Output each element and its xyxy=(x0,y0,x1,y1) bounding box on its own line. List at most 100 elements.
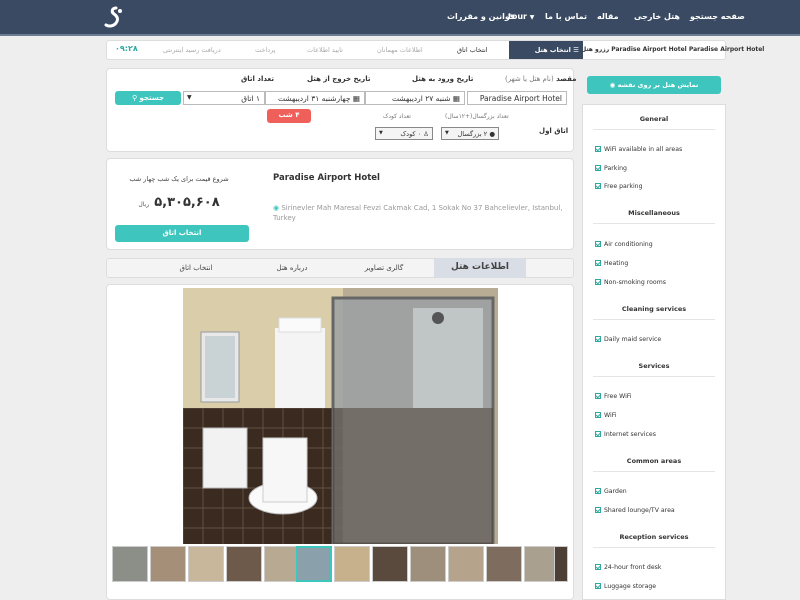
tab-about[interactable]: درباره هتل xyxy=(246,258,338,278)
facility-item: WiFi available in all areas xyxy=(595,146,682,153)
checkout-label: تاریخ خروج از هتل xyxy=(307,75,371,83)
hotel-address-text: Sirinevler Mah Maresal Fevzi Cakmak Cad,… xyxy=(273,204,563,222)
price-currency: ریال xyxy=(138,201,150,208)
rooms-value: ۱ اتاق xyxy=(241,94,260,103)
children-select[interactable]: ♙ ۰ کودک ▼ xyxy=(375,127,433,140)
nav-articles[interactable]: مقاله xyxy=(597,12,619,21)
facility-item: Heating xyxy=(595,260,628,267)
step-select-room: انتخاب اتاق xyxy=(457,46,488,54)
checkin-value: شنبه ۲۷ اردیبهشت xyxy=(391,94,451,103)
gallery-thumb[interactable] xyxy=(264,546,300,582)
facility-label: Air conditioning xyxy=(604,241,653,248)
check-icon xyxy=(595,564,601,570)
divider xyxy=(593,223,715,224)
checkin-label: تاریخ ورود به هتل xyxy=(412,75,474,83)
gallery-thumb[interactable] xyxy=(410,546,446,582)
divider xyxy=(593,376,715,377)
nav-foreign-hotel[interactable]: هتل خارجی xyxy=(634,12,680,21)
gallery-thumb-selected[interactable] xyxy=(296,546,332,582)
facility-label: Luggage storage xyxy=(604,583,657,590)
search-button-label: جستجو xyxy=(139,94,165,102)
facility-group-title: Cleaning services xyxy=(621,305,687,313)
gallery-thumb[interactable] xyxy=(486,546,522,582)
gallery-thumb[interactable] xyxy=(554,546,568,582)
logo-icon[interactable] xyxy=(102,5,126,31)
gallery-thumb[interactable] xyxy=(448,546,484,582)
facility-item: Free parking xyxy=(595,183,643,190)
facility-group-title: Services xyxy=(638,362,670,370)
facility-label: Parking xyxy=(604,165,627,172)
facility-item: Air conditioning xyxy=(595,241,653,248)
destination-label: مقصد (نام هتل یا شهر) xyxy=(505,75,576,83)
check-icon xyxy=(595,507,601,513)
check-icon xyxy=(595,260,601,266)
check-icon xyxy=(595,241,601,247)
facility-label: Shared lounge/TV area xyxy=(604,507,675,514)
adults-label: تعداد بزرگسال(+۱۲سال) xyxy=(445,113,509,120)
calendar-icon: ▦ xyxy=(352,94,360,103)
step-select-hotel[interactable]: ☰ انتخاب هتل xyxy=(509,41,583,59)
hotel-address: ◉ Sirinevler Mah Maresal Fevzi Cakmak Ca… xyxy=(273,203,563,223)
facility-item: Non-smoking rooms xyxy=(595,279,666,286)
facility-label: Heating xyxy=(604,260,629,267)
chevron-down-icon: ▼ xyxy=(379,130,383,136)
facility-label: Internet services xyxy=(604,431,656,438)
gallery-thumb[interactable] xyxy=(372,546,408,582)
hotel-name[interactable]: Paradise Airport Hotel xyxy=(273,173,380,183)
gallery-thumb[interactable] xyxy=(334,546,370,582)
hotel-breadcrumb[interactable]: Paradise Airport Hotel Paradise Airport … xyxy=(581,46,764,53)
check-icon xyxy=(595,583,601,589)
chevron-down-icon: ▼ xyxy=(445,130,449,136)
destination-label-text: مقصد xyxy=(556,75,577,83)
search-button[interactable]: ⚲ جستجو xyxy=(115,91,181,105)
facility-item: Daily maid service xyxy=(595,336,661,343)
price-block: ۵,۳۰۵,۶۰۸ ریال xyxy=(117,191,241,210)
nav-search[interactable]: صفحه جستجو xyxy=(690,12,745,21)
adults-select[interactable]: ● ۲ بزرگسال ▼ xyxy=(441,127,499,140)
search-card: مقصد (نام هتل یا شهر) Paradise Airport H… xyxy=(106,68,576,152)
facility-group-title: Reception services xyxy=(619,533,689,541)
facility-label: Daily maid service xyxy=(604,336,662,343)
facility-label: WiFi xyxy=(604,412,617,419)
facility-item: Garden xyxy=(595,488,627,495)
step-select-hotel-label: انتخاب هتل xyxy=(534,46,571,54)
rooms-label: تعداد اتاق xyxy=(241,75,274,83)
gallery-thumb[interactable] xyxy=(226,546,262,582)
destination-input[interactable]: Paradise Airport Hotel xyxy=(467,91,567,105)
tab-gallery[interactable]: گالری تصاویر xyxy=(338,258,430,278)
facility-group-title: Miscellaneous xyxy=(628,209,680,217)
divider xyxy=(593,319,715,320)
check-icon xyxy=(595,183,601,189)
facility-label: 24-hour front desk xyxy=(604,564,662,571)
checkout-input[interactable]: ▦ چهارشنبه ۳۱ اردیبهشت xyxy=(265,91,365,105)
check-icon xyxy=(595,165,601,171)
facility-group-title: General xyxy=(639,115,669,123)
select-room-button[interactable]: انتخاب اتاق xyxy=(115,225,249,242)
nav-contact[interactable]: تماس با ما xyxy=(545,12,587,21)
divider xyxy=(593,471,715,472)
price-value: ۵,۳۰۵,۶۰۸ xyxy=(154,195,220,210)
price-caption: شروع قیمت برای یک شب چهار شب xyxy=(129,175,229,183)
check-icon xyxy=(595,146,601,152)
check-icon xyxy=(595,279,601,285)
tab-hotel-info[interactable]: اطلاعات هتل xyxy=(434,258,526,278)
facility-label: Non-smoking rooms xyxy=(604,279,666,286)
children-value: ۰ کودک xyxy=(400,130,422,138)
child-icon: ♙ xyxy=(423,130,429,138)
rooms-select[interactable]: ۱ اتاق ▼ xyxy=(183,91,265,105)
map-button[interactable]: ◉ نمایش هتل بر روی نقشه xyxy=(587,76,721,94)
facility-label: Free WiFi xyxy=(604,393,632,400)
top-navbar: صفحه جستجو هتل خارجی مقاله تماس با ما ▼ … xyxy=(0,0,800,36)
facility-item: Free WiFi xyxy=(595,393,632,400)
tab-select-room[interactable]: انتخاب اتاق xyxy=(150,258,242,278)
facility-label: Garden xyxy=(604,488,627,495)
nav-rules[interactable]: قوانین و مقررات xyxy=(447,12,515,21)
gallery-thumb[interactable] xyxy=(112,546,148,582)
booking-steps-bar: Paradise Airport Hotel Paradise Airport … xyxy=(106,40,764,60)
room-title: اتاق اول xyxy=(539,127,569,135)
check-icon xyxy=(595,412,601,418)
map-pin-icon: ◉ xyxy=(273,204,280,212)
checkin-input[interactable]: ▦ شنبه ۲۷ اردیبهشت xyxy=(365,91,465,105)
gallery-thumb[interactable] xyxy=(188,546,224,582)
gallery-thumb[interactable] xyxy=(150,546,186,582)
